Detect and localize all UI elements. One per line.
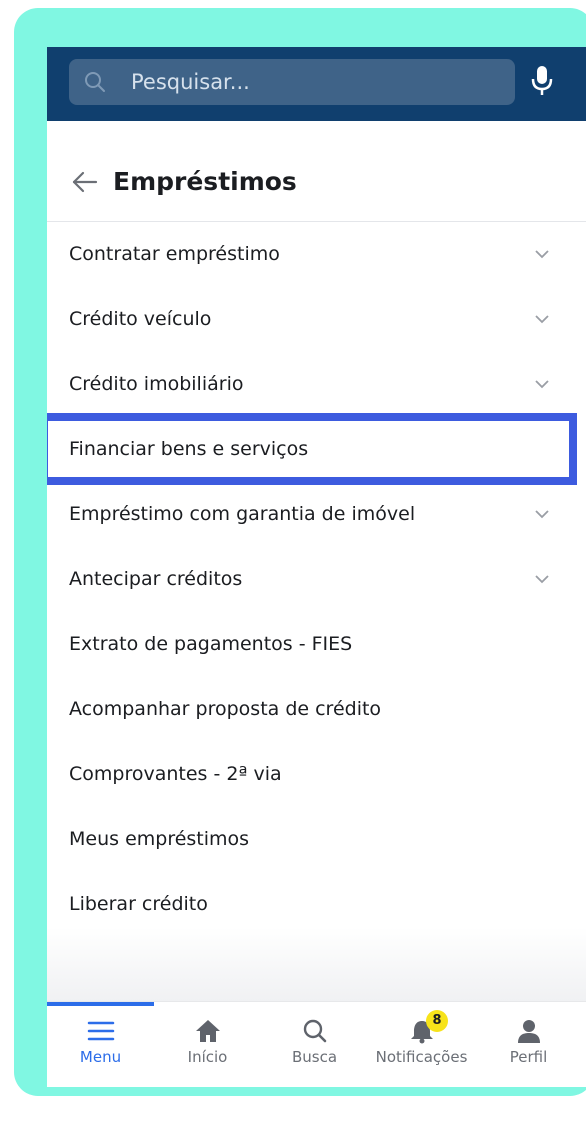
- phone-screen: Pesquisar... Empréstimos Contratar empré…: [47, 47, 586, 1087]
- menu-item-financiar-bens-e-servicos[interactable]: Financiar bens e serviços: [47, 413, 586, 485]
- top-bar: Pesquisar...: [47, 47, 586, 121]
- menu-item-label: Financiar bens e serviços: [69, 438, 309, 460]
- nav-label: Notificações: [375, 1048, 468, 1066]
- page-title: Empréstimos: [113, 167, 297, 196]
- menu-item-acompanhar-proposta[interactable]: Acompanhar proposta de crédito: [47, 677, 586, 742]
- nav-label: Perfil: [509, 1048, 548, 1066]
- nav-item-inicio[interactable]: Início: [154, 1002, 261, 1087]
- menu-item-label: Comprovantes - 2ª via: [69, 763, 282, 785]
- menu-item-label: Crédito veículo: [69, 308, 212, 330]
- chevron-down-icon: [535, 315, 549, 324]
- nav-label: Busca: [291, 1048, 338, 1066]
- chevron-down-icon: [535, 380, 549, 389]
- notification-badge: 8: [426, 1010, 448, 1032]
- home-icon: [195, 1020, 220, 1042]
- menu-item-credito-imobiliario[interactable]: Crédito imobiliário: [47, 352, 586, 417]
- menu-item-antecipar-creditos[interactable]: Antecipar créditos: [47, 547, 586, 612]
- menu-item-comprovantes[interactable]: Comprovantes - 2ª via: [47, 742, 586, 807]
- menu-item-meus-emprestimos[interactable]: Meus empréstimos: [47, 807, 586, 872]
- search-icon: [85, 72, 105, 92]
- search-placeholder: Pesquisar...: [131, 70, 250, 94]
- menu-item-label: Contratar empréstimo: [69, 243, 280, 265]
- chevron-down-icon: [535, 510, 549, 519]
- nav-item-menu[interactable]: Menu: [47, 1002, 154, 1087]
- menu-item-label: Antecipar créditos: [69, 568, 243, 590]
- nav-label: Início: [187, 1048, 228, 1066]
- menu-item-extrato-fies[interactable]: Extrato de pagamentos - FIES: [47, 612, 586, 677]
- profile-icon: [517, 1020, 540, 1043]
- scroll-fade: [47, 927, 586, 1002]
- back-arrow-icon[interactable]: [71, 169, 99, 195]
- menu-icon: [87, 1021, 114, 1041]
- menu-item-label: Meus empréstimos: [69, 828, 250, 850]
- chevron-down-icon: [535, 575, 549, 584]
- menu-item-label: Acompanhar proposta de crédito: [69, 698, 382, 720]
- nav-label: Menu: [79, 1048, 122, 1066]
- nav-item-perfil[interactable]: Perfil: [475, 1002, 582, 1087]
- menu-item-label: Extrato de pagamentos - FIES: [69, 633, 353, 655]
- nav-item-busca[interactable]: Busca: [261, 1002, 368, 1087]
- page-header: Empréstimos: [47, 155, 586, 222]
- search-icon: [303, 1019, 326, 1043]
- menu-item-credito-veiculo[interactable]: Crédito veículo: [47, 287, 586, 352]
- menu-item-emprestimo-garantia-imovel[interactable]: Empréstimo com garantia de imóvel: [47, 482, 586, 547]
- bottom-nav: Menu Início Busca 8 Notificações Perfil: [47, 1001, 586, 1087]
- menu-item-label: Empréstimo com garantia de imóvel: [69, 503, 416, 525]
- microphone-icon[interactable]: [531, 65, 553, 97]
- chevron-down-icon: [535, 250, 549, 259]
- search-input[interactable]: Pesquisar...: [69, 59, 515, 105]
- nav-item-notificacoes[interactable]: 8 Notificações: [368, 1002, 475, 1087]
- menu-item-contratar-emprestimo[interactable]: Contratar empréstimo: [47, 222, 586, 287]
- menu-item-label: Crédito imobiliário: [69, 373, 244, 395]
